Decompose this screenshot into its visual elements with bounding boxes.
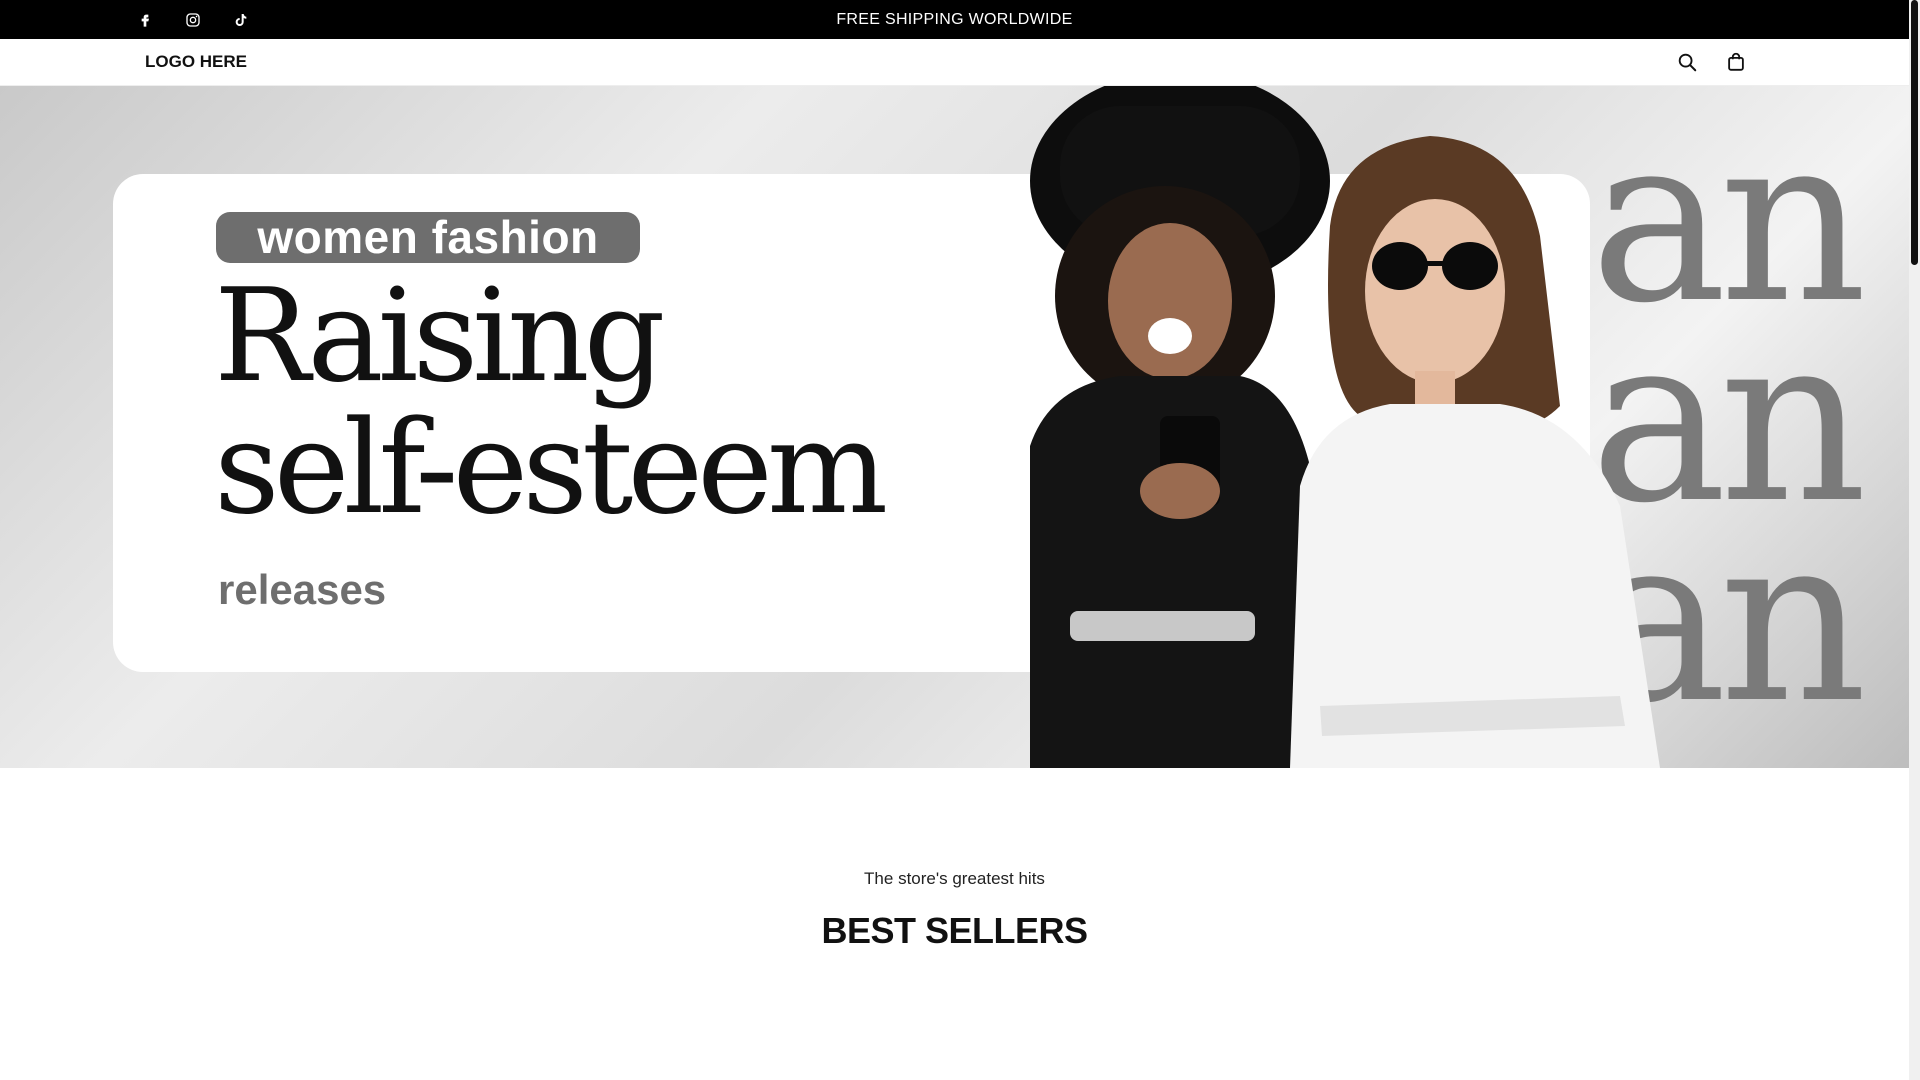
section-subtitle: The store's greatest hits xyxy=(864,869,1045,888)
hero-badge: women fashion xyxy=(216,212,640,263)
search-icon[interactable] xyxy=(1673,48,1701,76)
scrollbar-thumb[interactable] xyxy=(1911,0,1918,265)
announcement-bar: FREE SHIPPING WORLDWIDE xyxy=(0,0,1909,39)
hero-tagline: releases xyxy=(218,566,387,613)
hero-models-image xyxy=(1030,86,1660,768)
hero-headline-line1: Raising xyxy=(214,262,666,411)
hero-banner[interactable]: an an an women fashion Raising self-este… xyxy=(0,86,1909,768)
announcement-text: FREE SHIPPING WORLDWIDE xyxy=(836,11,1073,28)
section-title: BEST SELLERS xyxy=(821,910,1088,951)
hero-headline-line2: self-esteem xyxy=(214,394,888,543)
bag-icon[interactable] xyxy=(1722,48,1750,76)
site-header: LOGO HERE xyxy=(0,39,1909,86)
page-scrollbar[interactable] xyxy=(1909,0,1920,1080)
site-logo[interactable]: LOGO HERE xyxy=(145,39,247,85)
